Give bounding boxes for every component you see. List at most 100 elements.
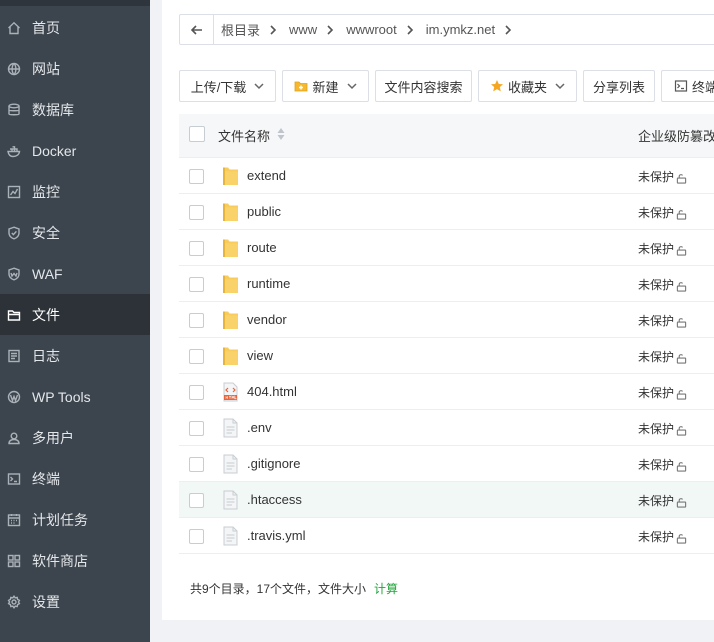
file-icon bbox=[222, 418, 239, 438]
table-row[interactable]: .env 未保护 bbox=[179, 410, 714, 446]
database-icon bbox=[7, 103, 21, 117]
sidebar-item-app-store[interactable]: 软件商店 bbox=[0, 540, 150, 581]
upload-download-button[interactable]: 上传/下载 bbox=[179, 70, 276, 102]
column-header-protect: 企业级防篡改 bbox=[638, 129, 714, 144]
breadcrumb-item-www[interactable]: www bbox=[282, 22, 339, 37]
protect-status[interactable]: 未保护 bbox=[638, 420, 687, 437]
table-row[interactable]: view 未保护 bbox=[179, 338, 714, 374]
sort-icon[interactable] bbox=[276, 126, 286, 142]
terminal-button[interactable]: 终端 bbox=[661, 70, 714, 102]
row-checkbox[interactable] bbox=[189, 205, 204, 220]
sidebar-item-database[interactable]: 数据库 bbox=[0, 89, 150, 130]
sidebar-item-cron[interactable]: 计划任务 bbox=[0, 499, 150, 540]
table-row[interactable]: .travis.yml 未保护 bbox=[179, 518, 714, 554]
row-checkbox[interactable] bbox=[189, 277, 204, 292]
protect-status[interactable]: 未保护 bbox=[638, 528, 687, 545]
file-icon bbox=[222, 454, 239, 474]
file-name[interactable]: .gitignore bbox=[247, 456, 300, 471]
sidebar-item-monitor[interactable]: 监控 bbox=[0, 171, 150, 212]
share-list-button[interactable]: 分享列表 bbox=[583, 70, 655, 102]
protect-status[interactable]: 未保护 bbox=[638, 204, 687, 221]
row-checkbox[interactable] bbox=[189, 457, 204, 472]
toolbar: 上传/下载 新建 文件内容搜索 收藏夹 分享列表 终端 bbox=[179, 70, 714, 102]
home-icon bbox=[7, 21, 21, 35]
select-all-checkbox[interactable] bbox=[189, 126, 205, 142]
table-row[interactable]: runtime 未保护 bbox=[179, 266, 714, 302]
folder-icon bbox=[222, 238, 239, 258]
protect-status[interactable]: 未保护 bbox=[638, 168, 687, 185]
file-manager-panel: 根目录 www wwwroot im.ymkz.net 上传/下载 新建 文件内… bbox=[162, 0, 714, 620]
table-row[interactable]: public 未保护 bbox=[179, 194, 714, 230]
breadcrumb: 根目录 www wwwroot im.ymkz.net bbox=[179, 14, 714, 45]
chevron-right-icon bbox=[270, 24, 277, 35]
protect-status[interactable]: 未保护 bbox=[638, 456, 687, 473]
table-row[interactable]: route 未保护 bbox=[179, 230, 714, 266]
sidebar-item-label: 安全 bbox=[32, 224, 60, 241]
sidebar-item-docker[interactable]: Docker bbox=[0, 130, 150, 171]
terminal-icon bbox=[674, 79, 688, 93]
sidebar-item-files[interactable]: 文件 bbox=[0, 294, 150, 335]
sidebar-item-wp-tools[interactable]: WP Tools bbox=[0, 376, 150, 417]
sidebar-item-logs[interactable]: 日志 bbox=[0, 335, 150, 376]
row-checkbox[interactable] bbox=[189, 529, 204, 544]
html-file-icon bbox=[222, 382, 239, 402]
sidebar-item-label: 计划任务 bbox=[32, 511, 88, 528]
row-checkbox[interactable] bbox=[189, 385, 204, 400]
content-search-button[interactable]: 文件内容搜索 bbox=[375, 70, 472, 102]
star-icon bbox=[490, 79, 504, 93]
row-checkbox[interactable] bbox=[189, 349, 204, 364]
protect-status[interactable]: 未保护 bbox=[638, 276, 687, 293]
new-button[interactable]: 新建 bbox=[282, 70, 369, 102]
file-name[interactable]: route bbox=[247, 240, 277, 255]
sidebar-item-label: 网站 bbox=[32, 60, 60, 77]
chevron-down-icon bbox=[346, 83, 357, 90]
file-name[interactable]: .htaccess bbox=[247, 492, 302, 507]
calculate-size-link[interactable]: 计算 bbox=[374, 582, 398, 596]
row-checkbox[interactable] bbox=[189, 313, 204, 328]
file-name[interactable]: .env bbox=[247, 420, 272, 435]
wordpress-icon bbox=[7, 390, 21, 404]
monitor-icon bbox=[7, 185, 21, 199]
protect-status[interactable]: 未保护 bbox=[638, 384, 687, 401]
sidebar-item-website[interactable]: 网站 bbox=[0, 48, 150, 89]
protect-status[interactable]: 未保护 bbox=[638, 312, 687, 329]
file-name[interactable]: 404.html bbox=[247, 384, 297, 399]
new-folder-icon bbox=[294, 79, 308, 93]
folder-icon bbox=[7, 308, 21, 322]
file-name[interactable]: vendor bbox=[247, 312, 287, 327]
file-name[interactable]: view bbox=[247, 348, 273, 363]
protect-status[interactable]: 未保护 bbox=[638, 240, 687, 257]
table-row[interactable]: vendor 未保护 bbox=[179, 302, 714, 338]
row-checkbox[interactable] bbox=[189, 493, 204, 508]
back-button[interactable] bbox=[180, 15, 214, 44]
protect-status[interactable]: 未保护 bbox=[638, 492, 687, 509]
sidebar-item-settings[interactable]: 设置 bbox=[0, 581, 150, 622]
table-row[interactable]: 404.html 未保护 bbox=[179, 374, 714, 410]
file-name[interactable]: .travis.yml bbox=[247, 528, 306, 543]
folder-icon bbox=[222, 310, 239, 330]
table-row[interactable]: extend 未保护 bbox=[179, 158, 714, 194]
sidebar-item-label: WP Tools bbox=[32, 388, 91, 405]
file-name[interactable]: extend bbox=[247, 168, 286, 183]
sidebar-item-terminal[interactable]: 终端 bbox=[0, 458, 150, 499]
folder-icon bbox=[222, 274, 239, 294]
sidebar-item-security[interactable]: 安全 bbox=[0, 212, 150, 253]
row-checkbox[interactable] bbox=[189, 241, 204, 256]
breadcrumb-item-root[interactable]: 根目录 bbox=[214, 20, 282, 39]
breadcrumb-item-site[interactable]: im.ymkz.net bbox=[419, 22, 517, 37]
unlock-icon bbox=[676, 210, 687, 220]
sidebar-item-waf[interactable]: WAF bbox=[0, 253, 150, 294]
row-checkbox[interactable] bbox=[189, 421, 204, 436]
sidebar-item-multiuser[interactable]: 多用户 bbox=[0, 417, 150, 458]
table-row[interactable]: .htaccess 未保护 bbox=[179, 482, 714, 518]
file-name[interactable]: runtime bbox=[247, 276, 290, 291]
column-header-name[interactable]: 文件名称 bbox=[218, 126, 270, 145]
row-checkbox[interactable] bbox=[189, 169, 204, 184]
table-row[interactable]: .gitignore 未保护 bbox=[179, 446, 714, 482]
sidebar-item-home[interactable]: 首页 bbox=[0, 7, 150, 48]
file-name[interactable]: public bbox=[247, 204, 281, 219]
breadcrumb-item-wwwroot[interactable]: wwwroot bbox=[339, 22, 419, 37]
favorites-button[interactable]: 收藏夹 bbox=[478, 70, 577, 102]
sidebar-item-label: 文件 bbox=[32, 306, 60, 323]
protect-status[interactable]: 未保护 bbox=[638, 348, 687, 365]
